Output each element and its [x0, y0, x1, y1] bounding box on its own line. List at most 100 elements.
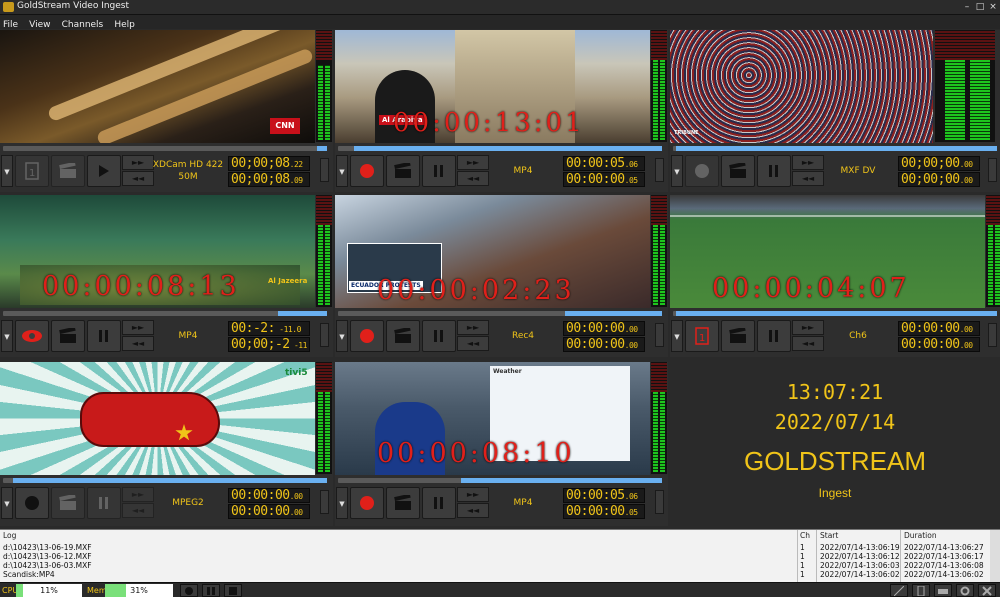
mute-icon[interactable]: [890, 584, 908, 597]
duration-header[interactable]: Duration: [904, 531, 937, 541]
volume-slider[interactable]: [988, 158, 997, 182]
clip-counter-button[interactable]: 1: [685, 320, 719, 352]
timeline[interactable]: [338, 146, 662, 151]
format-label: MXF DV: [840, 166, 876, 176]
channel-menu-button[interactable]: ▼: [671, 155, 683, 187]
rewind-button[interactable]: ◄◄: [122, 336, 154, 351]
pause-button[interactable]: [87, 320, 121, 352]
record-button[interactable]: [350, 320, 384, 352]
volume-slider[interactable]: [655, 490, 664, 514]
rewind-button[interactable]: ◄◄: [457, 171, 489, 186]
video-preview[interactable]: tivi5: [0, 362, 315, 475]
fast-forward-button[interactable]: ►►: [457, 487, 489, 502]
channel-menu-button[interactable]: ▼: [671, 320, 683, 352]
clapper-icon[interactable]: [51, 320, 85, 352]
log-row[interactable]: Scandisk:MP4 1 2022/07/14-13:06:02 2022/07/…: [0, 570, 990, 579]
timeline[interactable]: [3, 478, 327, 483]
pause-button[interactable]: [87, 487, 121, 519]
log-scrollbar[interactable]: [990, 530, 1000, 583]
fast-forward-button[interactable]: ►►: [457, 155, 489, 170]
record-all-button[interactable]: [180, 584, 198, 597]
timeline[interactable]: [338, 478, 662, 483]
stop-all-button[interactable]: [224, 584, 242, 597]
channel-menu-button[interactable]: ▼: [336, 320, 348, 352]
clapper-icon[interactable]: [51, 487, 85, 519]
timeline[interactable]: [338, 311, 662, 316]
rewind-button[interactable]: ◄◄: [457, 503, 489, 518]
rewind-button[interactable]: ◄◄: [457, 336, 489, 351]
video-preview[interactable]: Al Arabiya 00:00:13:01: [335, 30, 650, 143]
timeline[interactable]: [673, 311, 997, 316]
fast-forward-button[interactable]: ►►: [122, 487, 154, 502]
start-header[interactable]: Start: [820, 531, 838, 541]
channel-menu-button[interactable]: ▼: [336, 487, 348, 519]
device-icon[interactable]: [912, 584, 930, 597]
record-button[interactable]: [350, 155, 384, 187]
video-preview[interactable]: Al Jazeera 00:00:08:13: [0, 195, 315, 308]
video-preview[interactable]: 00:00:04:07: [670, 195, 985, 308]
menu-channels[interactable]: Channels: [62, 20, 104, 30]
fast-forward-button[interactable]: ►►: [792, 320, 824, 335]
volume-slider[interactable]: [655, 158, 664, 182]
clapper-icon[interactable]: [721, 320, 755, 352]
pause-button[interactable]: [422, 487, 456, 519]
clapper-icon[interactable]: [721, 155, 755, 187]
pause-button[interactable]: [757, 320, 791, 352]
timeline[interactable]: [3, 146, 327, 151]
rewind-button[interactable]: ◄◄: [792, 336, 824, 351]
channel-menu-button[interactable]: ▼: [1, 487, 13, 519]
settings-icon[interactable]: [956, 584, 974, 597]
fast-forward-button[interactable]: ►►: [122, 155, 154, 170]
clip-counter-button[interactable]: 1: [15, 155, 49, 187]
volume-slider[interactable]: [655, 323, 664, 347]
fast-forward-button[interactable]: ►►: [792, 155, 824, 170]
ch-header[interactable]: Ch: [800, 531, 810, 541]
video-preview[interactable]: ECUADOR PROTESTS 00:00:02:23: [335, 195, 650, 308]
monitor-eye-icon[interactable]: [15, 320, 49, 352]
log-header[interactable]: Log: [3, 531, 16, 541]
volume-slider[interactable]: [988, 323, 997, 347]
timeline[interactable]: [3, 311, 327, 316]
video-preview[interactable]: CNN: [0, 30, 315, 143]
pause-button[interactable]: [422, 320, 456, 352]
clapper-icon[interactable]: [386, 320, 420, 352]
minimize-button[interactable]: –: [960, 1, 974, 13]
rewind-button[interactable]: ◄◄: [122, 503, 154, 518]
fast-forward-button[interactable]: ►►: [457, 320, 489, 335]
maximize-button[interactable]: □: [973, 1, 987, 13]
record-button[interactable]: [350, 487, 384, 519]
pause-button[interactable]: [422, 155, 456, 187]
record-button[interactable]: [15, 487, 49, 519]
network-icon[interactable]: [934, 584, 952, 597]
log-row[interactable]: d:\10423\13-06-12.MXF 1 2022/07/14-13:06:1…: [0, 552, 990, 561]
channel-menu-button[interactable]: ▼: [1, 155, 13, 187]
video-preview[interactable]: TRIBUNE: [670, 30, 933, 143]
rewind-button[interactable]: ◄◄: [792, 171, 824, 186]
log-row[interactable]: d:\10423\13-06-03.MXF 1 2022/07/14-13:06:0…: [0, 561, 990, 570]
timecode-remaining: 00;00;08.09: [228, 172, 310, 187]
volume-slider[interactable]: [320, 323, 329, 347]
pause-all-button[interactable]: [202, 584, 220, 597]
log-row[interactable]: d:\10423\13-06-19.MXF 1 2022/07/14-13:06:1…: [0, 543, 990, 552]
clapper-icon[interactable]: [386, 487, 420, 519]
clapper-icon[interactable]: [386, 155, 420, 187]
channel-menu-button[interactable]: ▼: [336, 155, 348, 187]
timecode-elapsed: 00:00:05.06: [563, 488, 645, 503]
timeline[interactable]: [673, 146, 997, 151]
fast-forward-button[interactable]: ►►: [122, 320, 154, 335]
clock-panel: 13:07:21 2022/07/14 GOLDSTREAM Ingest: [670, 362, 1000, 526]
menu-help[interactable]: Help: [114, 20, 135, 30]
tools-icon[interactable]: [978, 584, 996, 597]
rewind-button[interactable]: ◄◄: [122, 171, 154, 186]
clapper-icon[interactable]: [51, 155, 85, 187]
menu-view[interactable]: View: [29, 20, 50, 30]
close-button[interactable]: ×: [986, 1, 1000, 13]
pause-button[interactable]: [757, 155, 791, 187]
record-button[interactable]: [685, 155, 719, 187]
volume-slider[interactable]: [320, 490, 329, 514]
channel-menu-button[interactable]: ▼: [1, 320, 13, 352]
video-preview[interactable]: Weather 00:00:08:10: [335, 362, 650, 475]
menu-file[interactable]: File: [3, 20, 18, 30]
play-button[interactable]: [87, 155, 121, 187]
volume-slider[interactable]: [320, 158, 329, 182]
